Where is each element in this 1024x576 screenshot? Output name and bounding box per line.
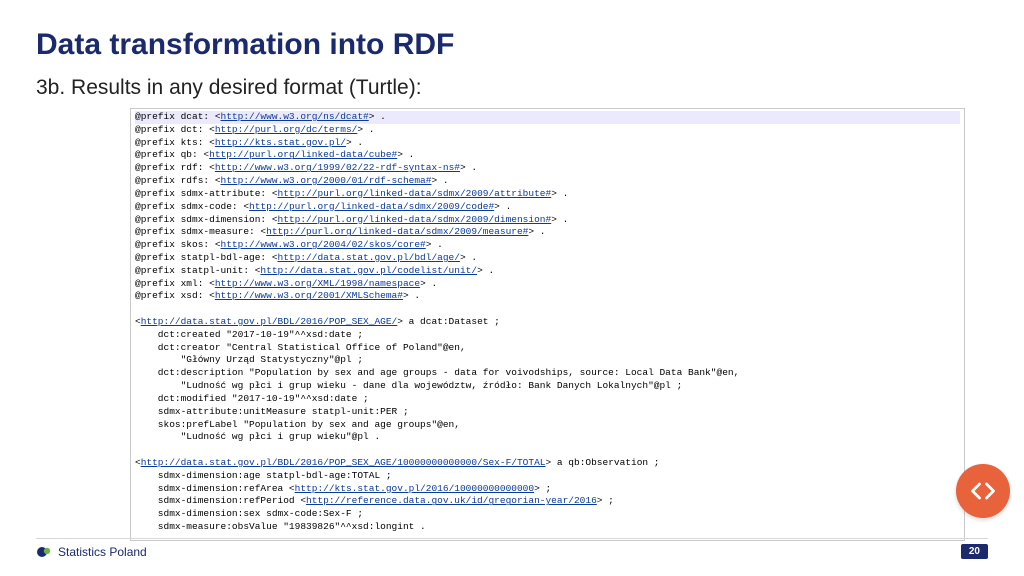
code-url: http://data.stat.gov.pl/bdl/age/ bbox=[278, 252, 460, 263]
code-url: http://purl.org/linked-data/sdmx/2009/co… bbox=[249, 201, 494, 212]
code-url: http://www.w3.org/2000/01/rdf-schema# bbox=[221, 175, 432, 186]
code-url: http://kts.stat.gov.pl/ bbox=[215, 137, 346, 148]
brand: Statistics Poland bbox=[36, 544, 147, 560]
code-url: http://data.stat.gov.pl/BDL/2016/POP_SEX… bbox=[141, 457, 546, 468]
code-url: http://data.stat.gov.pl/BDL/2016/POP_SEX… bbox=[141, 316, 398, 327]
slide-title: Data transformation into RDF bbox=[36, 28, 988, 62]
turtle-code-block: @prefix dcat: <http://www.w3.org/ns/dcat… bbox=[130, 108, 965, 541]
code-url: http://purl.org/linked-data/cube# bbox=[209, 149, 397, 160]
footer-divider bbox=[36, 538, 988, 539]
code-url: http://www.w3.org/2004/02/skos/core# bbox=[221, 239, 426, 250]
code-url: http://purl.org/linked-data/sdmx/2009/me… bbox=[266, 226, 528, 237]
code-url: http://data.stat.gov.pl/codelist/unit/ bbox=[260, 265, 477, 276]
code-icon bbox=[956, 464, 1010, 518]
code-url: http://www.w3.org/ns/dcat# bbox=[221, 111, 369, 122]
code-url: http://purl.org/linked-data/sdmx/2009/at… bbox=[278, 188, 552, 199]
page-number-badge: 20 bbox=[961, 544, 988, 559]
code-url: http://purl.org/dc/terms/ bbox=[215, 124, 358, 135]
code-url: http://www.w3.org/XML/1998/namespace bbox=[215, 278, 420, 289]
brand-text: Statistics Poland bbox=[58, 545, 147, 559]
slide-subtitle: 3b. Results in any desired format (Turtl… bbox=[36, 76, 988, 100]
code-url: http://reference.data.gov.uk/id/gregoria… bbox=[306, 495, 597, 506]
slide: Data transformation into RDF 3b. Results… bbox=[0, 0, 1024, 576]
footer: Statistics Poland 20 bbox=[0, 538, 1024, 564]
code-url: http://kts.stat.gov.pl/2016/100000000000… bbox=[295, 483, 534, 494]
code-url: http://purl.org/linked-data/sdmx/2009/di… bbox=[278, 214, 552, 225]
code-url: http://www.w3.org/1999/02/22-rdf-syntax-… bbox=[215, 162, 460, 173]
code-url: http://www.w3.org/2001/XMLSchema# bbox=[215, 290, 403, 301]
brand-logo-icon bbox=[36, 544, 52, 560]
